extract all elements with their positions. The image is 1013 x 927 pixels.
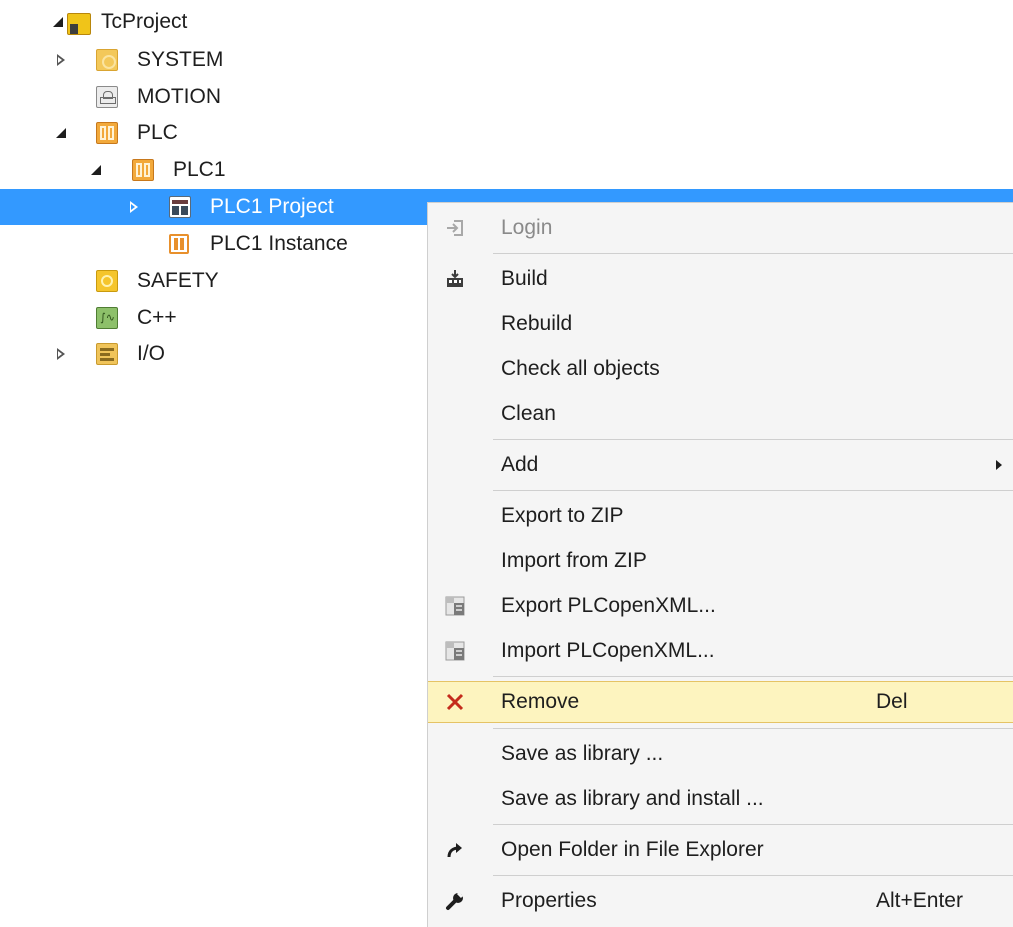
xml-export-icon	[444, 595, 466, 617]
menu-separator	[493, 875, 1013, 876]
tree-node-label: PLC1	[173, 158, 226, 181]
io-icon	[96, 343, 118, 365]
expand-arrow-icon[interactable]	[126, 189, 142, 225]
build-icon	[444, 268, 466, 290]
plc-instance-icon	[169, 234, 189, 254]
menu-item-label: Clean	[501, 402, 556, 425]
menu-item-label: Import from ZIP	[501, 549, 647, 572]
cpp-icon: ∫∿	[96, 307, 118, 329]
menu-item-label: Login	[501, 216, 553, 239]
menu-separator	[493, 253, 1013, 254]
collapse-arrow-icon[interactable]	[53, 115, 69, 151]
menu-item-shortcut: Alt+Enter	[876, 889, 963, 912]
menu-item-label: Open Folder in File Explorer	[501, 838, 764, 861]
menu-item-export-plcopenxml[interactable]: Export PLCopenXML...	[428, 586, 1013, 626]
menu-item-build[interactable]: Build	[428, 259, 1013, 299]
tree-node-label: PLC	[137, 121, 178, 144]
tree-node-tcproject[interactable]: TcProject	[0, 4, 1013, 40]
tree-node-plc1[interactable]: PLC1	[0, 152, 1013, 188]
tree-node-label: MOTION	[137, 85, 221, 108]
menu-item-label: Save as library and install ...	[501, 787, 764, 810]
menu-item-check-all-objects[interactable]: Check all objects	[428, 349, 1013, 389]
menu-item-login[interactable]: Login	[428, 208, 1013, 248]
safety-icon	[96, 270, 118, 292]
tree-node-label: PLC1 Project	[210, 195, 334, 218]
project-icon	[67, 13, 91, 35]
menu-item-clean[interactable]: Clean	[428, 394, 1013, 434]
menu-item-label: Import PLCopenXML...	[501, 639, 715, 662]
menu-item-import-zip[interactable]: Import from ZIP	[428, 541, 1013, 581]
menu-separator	[493, 824, 1013, 825]
menu-separator	[493, 728, 1013, 729]
menu-item-label: Properties	[501, 889, 597, 912]
wrench-icon	[444, 890, 466, 912]
menu-separator	[493, 490, 1013, 491]
tree-node-label: I/O	[137, 342, 166, 365]
menu-item-label: Save as library ...	[501, 742, 664, 765]
menu-item-label: Build	[501, 267, 548, 290]
menu-separator	[493, 439, 1013, 440]
motion-icon	[96, 86, 118, 108]
menu-item-label: Export PLCopenXML...	[501, 594, 716, 617]
menu-item-save-as-library[interactable]: Save as library ...	[428, 734, 1013, 774]
menu-item-label: Remove	[501, 690, 580, 713]
expand-arrow-icon[interactable]	[53, 336, 69, 372]
context-menu: Login Build Rebuild Check all objects Cl…	[427, 202, 1013, 927]
remove-icon	[444, 691, 466, 713]
collapse-arrow-icon[interactable]	[88, 152, 104, 188]
menu-item-label: Add	[501, 453, 539, 476]
plc-project-icon	[169, 196, 191, 218]
tree-node-system[interactable]: SYSTEM	[0, 42, 1013, 78]
expand-arrow-icon[interactable]	[53, 42, 69, 78]
submenu-arrow-icon	[996, 460, 1002, 470]
menu-item-remove[interactable]: Remove Del	[428, 681, 1013, 723]
menu-separator	[493, 676, 1013, 677]
collapse-arrow-icon[interactable]	[50, 4, 66, 40]
tree-node-label: PLC1 Instance	[210, 232, 348, 255]
open-folder-icon	[444, 839, 466, 861]
menu-item-export-zip[interactable]: Export to ZIP	[428, 496, 1013, 536]
xml-import-icon	[444, 640, 466, 662]
menu-item-label: Rebuild	[501, 312, 573, 335]
tree-node-label: TcProject	[101, 10, 188, 33]
tree-node-label: SYSTEM	[137, 48, 224, 71]
menu-item-add[interactable]: Add	[428, 445, 1013, 485]
menu-item-label: Check all objects	[501, 357, 660, 380]
plc-icon	[132, 159, 154, 181]
tree-node-motion[interactable]: MOTION	[0, 79, 1013, 115]
menu-item-open-folder[interactable]: Open Folder in File Explorer	[428, 830, 1013, 870]
plc-icon	[96, 122, 118, 144]
menu-item-properties[interactable]: Properties Alt+Enter	[428, 881, 1013, 921]
tree-node-plc[interactable]: PLC	[0, 115, 1013, 151]
menu-item-label: Export to ZIP	[501, 504, 624, 527]
system-icon	[96, 49, 118, 71]
tree-node-label: C++	[137, 306, 177, 329]
login-icon	[444, 217, 466, 239]
menu-item-rebuild[interactable]: Rebuild	[428, 304, 1013, 344]
menu-item-save-as-library-install[interactable]: Save as library and install ...	[428, 779, 1013, 819]
menu-item-shortcut: Del	[876, 690, 908, 713]
tree-node-label: SAFETY	[137, 269, 219, 292]
menu-item-import-plcopenxml[interactable]: Import PLCopenXML...	[428, 631, 1013, 671]
